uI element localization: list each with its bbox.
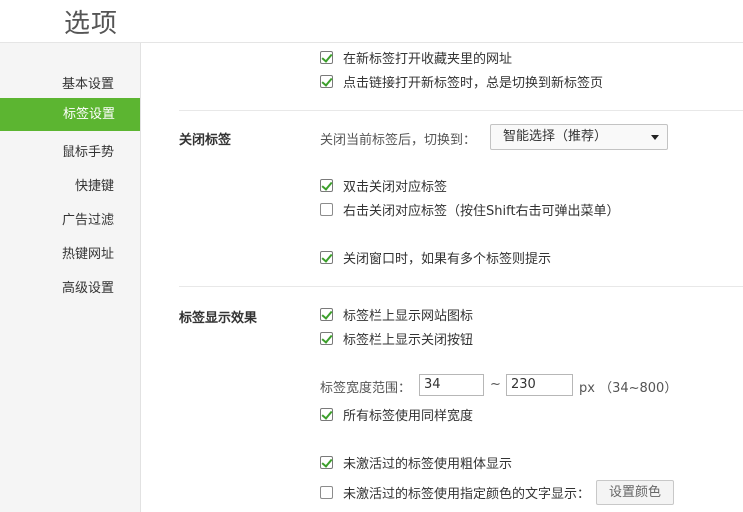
switch-to-new-tab-option[interactable]: 点击链接打开新标签时，总是切换到新标签页 [320,72,604,91]
header: 选项 [0,0,743,43]
right-click-close-option[interactable]: 右击关闭对应标签（按住Shift右击可弹出菜单） [320,200,620,219]
bold-inactive-option[interactable]: 未激活过的标签使用粗体显示 [320,453,513,472]
show-site-icon-option[interactable]: 标签栏上显示网站图标 [320,305,474,324]
sidebar-item-ad-filter[interactable]: 广告过滤 [62,209,114,228]
option-label: 未激活过的标签使用粗体显示 [343,456,513,472]
section-divider [179,286,743,287]
sidebar-item-mouse-gestures[interactable]: 鼠标手势 [62,141,114,160]
range-separator: ~ [490,377,501,392]
section-close-tab-label: 关闭标签 [179,133,232,148]
checkbox-icon[interactable] [320,50,333,64]
select-value: 智能选择（推荐） [503,129,608,144]
page-title: 选项 [64,9,119,39]
section-tab-display-label: 标签显示效果 [179,311,258,326]
switch-after-close-select[interactable]: 智能选择（推荐） [490,124,668,150]
tab-width-max-input[interactable]: 230 [506,374,573,396]
checkbox-icon[interactable] [320,307,333,321]
checkbox-icon[interactable] [320,250,333,264]
checkbox-icon[interactable] [320,485,333,499]
sidebar: 基本设置 标签设置 鼠标手势 快捷键 广告过滤 热键网址 高级设置 [0,43,141,512]
settings-content: 在新标签打开收藏夹里的网址 点击链接打开新标签时，总是切换到新标签页 关闭标签 … [141,43,743,512]
option-label: 双击关闭对应标签 [343,179,448,195]
checkbox-icon[interactable] [320,455,333,469]
switch-after-close-label: 关闭当前标签后，切换到： [320,133,477,148]
option-label: 标签栏上显示关闭按钮 [343,332,474,348]
open-favorites-new-tab-option[interactable]: 在新标签打开收藏夹里的网址 [320,48,513,67]
sidebar-item-advanced[interactable]: 高级设置 [62,277,114,296]
option-label: 在新标签打开收藏夹里的网址 [343,51,513,67]
option-label: 关闭窗口时，如果有多个标签则提示 [343,251,552,267]
close-window-prompt-option[interactable]: 关闭窗口时，如果有多个标签则提示 [320,248,552,267]
option-label: 未激活过的标签使用指定颜色的文字显示： [343,486,591,502]
sidebar-item-shortcuts[interactable]: 快捷键 [75,175,114,194]
caret-down-icon [651,135,659,140]
checkbox-icon[interactable] [320,407,333,421]
same-width-option[interactable]: 所有标签使用同样宽度 [320,405,474,424]
sidebar-item-basic[interactable]: 基本设置 [62,73,114,92]
option-label: 点击链接打开新标签时，总是切换到新标签页 [343,75,604,91]
color-inactive-option[interactable]: 未激活过的标签使用指定颜色的文字显示： [320,483,591,502]
set-color-button[interactable]: 设置颜色 [596,480,674,505]
checkbox-icon[interactable] [320,202,333,216]
option-label: 标签栏上显示网站图标 [343,308,474,324]
tab-width-min-input[interactable]: 34 [419,374,484,396]
checkbox-icon[interactable] [320,74,333,88]
sidebar-item-tabs[interactable]: 标签设置 [0,98,140,131]
option-label: 右击关闭对应标签（按住Shift右击可弹出菜单） [343,203,620,219]
sidebar-item-hotkey-urls[interactable]: 热键网址 [62,243,114,262]
checkbox-icon[interactable] [320,178,333,192]
show-close-button-option[interactable]: 标签栏上显示关闭按钮 [320,329,474,348]
option-label: 所有标签使用同样宽度 [343,408,474,424]
checkbox-icon[interactable] [320,331,333,345]
double-click-close-option[interactable]: 双击关闭对应标签 [320,176,448,195]
tab-width-range-label: 标签宽度范围： [320,381,412,396]
section-divider [179,110,743,111]
tab-width-unit-hint: px （34~800） [579,381,678,396]
